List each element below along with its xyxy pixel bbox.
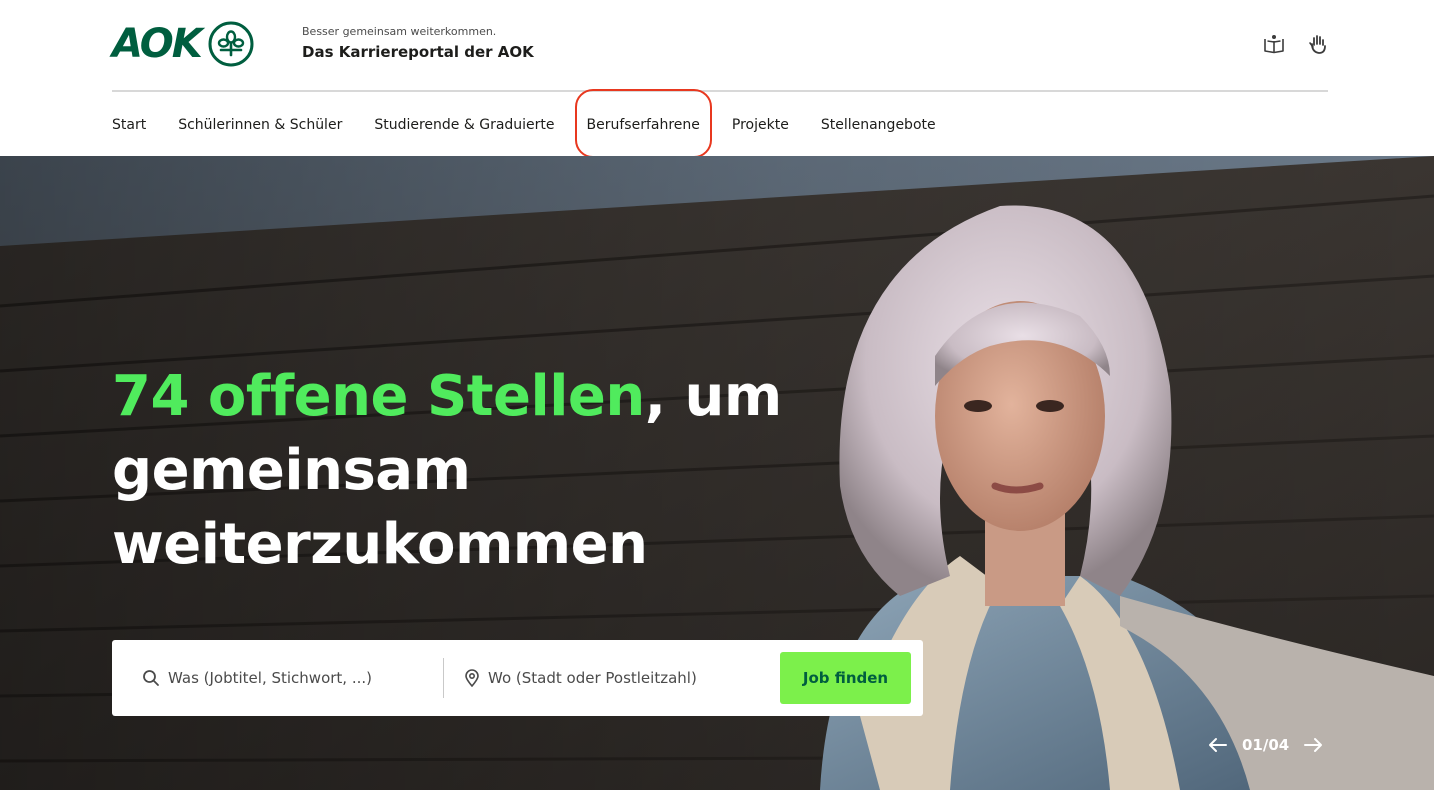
location-search-field[interactable]: Wo (Stadt oder Postleitzahl) xyxy=(464,640,774,716)
nav-item-start[interactable]: Start xyxy=(112,115,146,135)
tagline-portal-name: Das Karriereportal der AOK xyxy=(302,43,534,61)
nav-item-schuelerinnen-schueler[interactable]: Schülerinnen & Schüler xyxy=(178,115,342,135)
job-search-bar: Was (Jobtitel, Stichwort, ...) Wo (Stadt… xyxy=(112,640,923,716)
accessibility-links xyxy=(1262,32,1330,56)
nav-item-berufserfahrene[interactable]: Berufserfahrene xyxy=(574,89,713,158)
aok-logo[interactable]: AOK xyxy=(112,20,255,68)
location-search-placeholder: Wo (Stadt oder Postleitzahl) xyxy=(488,669,697,687)
slide-counter: 01/04 xyxy=(1242,736,1290,754)
portal-tagline: Besser gemeinsam weiterkommen. Das Karri… xyxy=(302,25,534,63)
hero-slider-controls: 01/04 xyxy=(1208,736,1323,754)
location-pin-icon xyxy=(464,669,480,687)
hero-section: 74 offene Stellen, um gemeinsam weiterzu… xyxy=(0,156,1434,790)
hero-heading-accent: 74 offene Stellen xyxy=(112,364,645,429)
nav-item-projekte[interactable]: Projekte xyxy=(732,115,789,135)
hero-heading: 74 offene Stellen, um gemeinsam weiterzu… xyxy=(112,360,812,582)
tagline-slogan: Besser gemeinsam weiterkommen. xyxy=(302,25,497,38)
job-finden-button[interactable]: Job finden xyxy=(780,652,911,704)
search-icon xyxy=(142,669,160,687)
aok-tree-emblem-icon xyxy=(208,21,254,67)
nav-item-studierende-graduierte[interactable]: Studierende & Graduierte xyxy=(374,115,554,135)
job-title-search-field[interactable]: Was (Jobtitel, Stichwort, ...) xyxy=(142,640,432,716)
site-header: AOK Besser gemeinsam weiterkommen. Das K… xyxy=(0,0,1434,158)
job-title-search-placeholder: Was (Jobtitel, Stichwort, ...) xyxy=(168,669,372,687)
sign-language-hand-icon[interactable] xyxy=(1306,32,1330,56)
nav-item-stellenangebote[interactable]: Stellenangebote xyxy=(821,115,936,135)
main-navigation: Start Schülerinnen & Schüler Studierende… xyxy=(112,89,936,158)
logo-wordmark: AOK xyxy=(112,21,203,67)
arrow-right-icon[interactable] xyxy=(1303,737,1323,753)
arrow-left-icon[interactable] xyxy=(1208,737,1228,753)
header-divider xyxy=(112,90,1328,92)
easy-language-book-icon[interactable] xyxy=(1262,32,1286,56)
search-divider xyxy=(443,658,444,698)
